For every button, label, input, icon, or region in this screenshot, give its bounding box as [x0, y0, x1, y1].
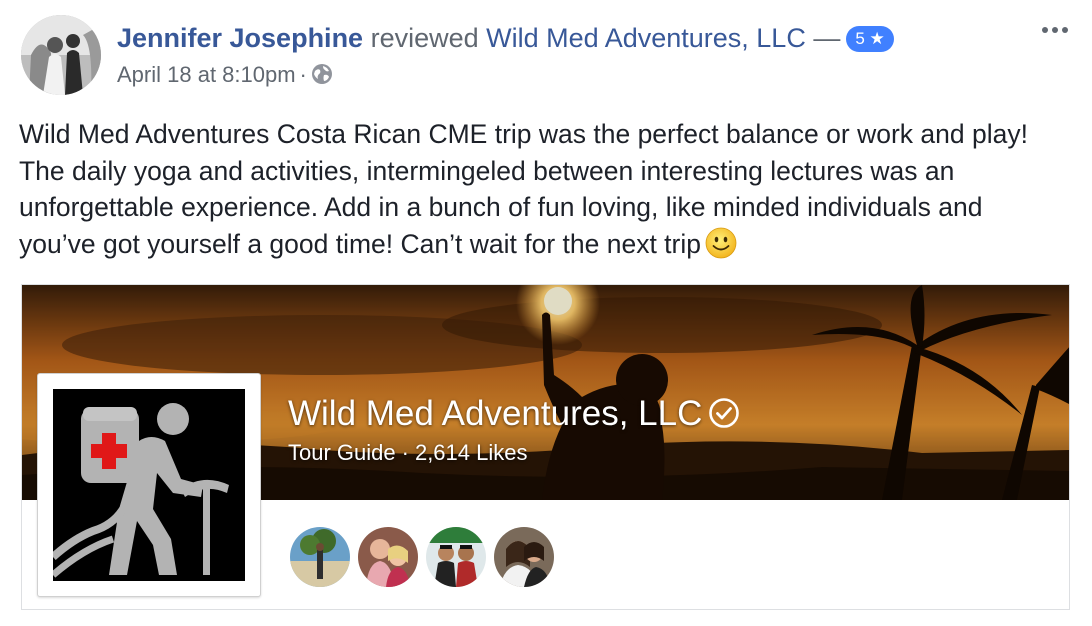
verified-check-icon [708, 397, 740, 439]
friend-avatar[interactable] [424, 525, 488, 589]
attachment-page-subtitle: Tour Guide · 2,614 Likes [288, 439, 527, 467]
page-profile-picture-frame[interactable] [37, 373, 261, 597]
friend-avatar[interactable] [356, 525, 420, 589]
review-text: Wild Med Adventures Costa Rican CME trip… [19, 119, 1028, 259]
smiley-emoji-icon [705, 227, 737, 269]
rating-value: 5 [855, 29, 865, 48]
meta-separator: · [299, 62, 307, 87]
review-body: Wild Med Adventures Costa Rican CME trip… [19, 116, 1064, 268]
post-header: Jennifer Josephine reviewed Wild Med Adv… [117, 20, 894, 56]
friend-avatar[interactable] [288, 525, 352, 589]
page-likes-count: 2,614 Likes [414, 440, 528, 465]
friend-avatar[interactable] [492, 525, 556, 589]
page-category: Tour Guide [288, 440, 396, 465]
action-verb: reviewed [370, 23, 479, 53]
globe-icon[interactable] [311, 63, 333, 93]
reviewed-page-link[interactable]: Wild Med Adventures, LLC [486, 23, 806, 53]
author-avatar[interactable] [21, 15, 101, 95]
attachment-page-title[interactable]: Wild Med Adventures, LLC [288, 393, 740, 439]
more-options-icon[interactable] [1038, 18, 1072, 46]
header-dash: — [813, 23, 841, 53]
attachment-page-name[interactable]: Wild Med Adventures, LLC [288, 394, 702, 433]
star-icon: ★ [864, 29, 885, 48]
post-timestamp[interactable]: April 18 at 8:10pm [117, 62, 296, 87]
rating-badge[interactable]: 5 ★ [846, 26, 894, 52]
page-attachment-card[interactable]: Wild Med Adventures, LLC Tour Guide · 2,61… [21, 284, 1070, 610]
review-post: Jennifer Josephine reviewed Wild Med Adv… [0, 0, 1092, 626]
hiker-medical-backpack-icon [50, 389, 245, 581]
author-name-link[interactable]: Jennifer Josephine [117, 23, 363, 53]
subtitle-separator: · [401, 440, 409, 465]
post-meta: April 18 at 8:10pm · [117, 60, 333, 93]
